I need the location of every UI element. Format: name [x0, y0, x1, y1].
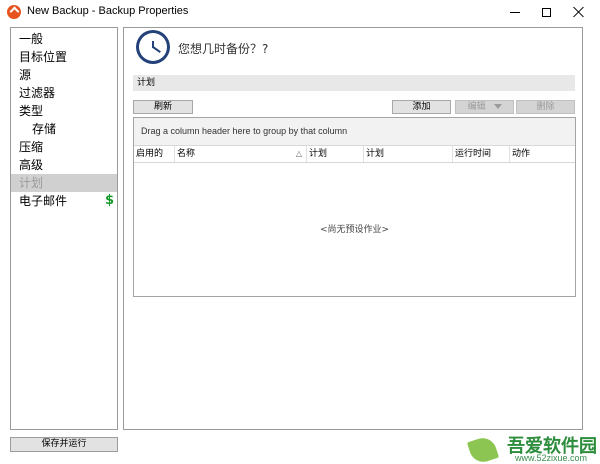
sidebar-item-label: 一般 [19, 32, 44, 46]
chevron-down-icon [493, 104, 502, 109]
empty-grid-message: <尚无预设作业> [319, 225, 390, 235]
sidebar-item-label: 类型 [19, 104, 44, 118]
edit-button-label: 编辑 [467, 102, 486, 112]
schedule-grid: Drag a column header here to group by th… [133, 117, 576, 297]
sidebar-item-storage[interactable]: 存储 [11, 120, 117, 138]
sidebar-item-email[interactable]: 电子邮件 $ [11, 192, 117, 210]
dollar-icon: $ [104, 193, 114, 208]
sidebar-item-label: 过滤器 [19, 86, 56, 100]
grid-header-row: 启用的 名称 △ 计划 计划 运行时间 动作 [134, 146, 575, 163]
sidebar: 一般 目标位置 源 过滤器 类型 存储 压缩 高级 计划 电子邮件 $ [10, 27, 118, 430]
clock-icon [136, 30, 170, 64]
sidebar-item-source[interactable]: 源 [11, 66, 117, 84]
clock-minute-hand [152, 46, 161, 53]
sidebar-item-filters[interactable]: 过滤器 [11, 84, 117, 102]
sidebar-item-type[interactable]: 类型 [11, 102, 117, 120]
title-bar: New Backup - Backup Properties [0, 0, 600, 24]
sidebar-item-label: 电子邮件 [19, 194, 68, 208]
maximize-icon [541, 7, 551, 17]
edit-button[interactable]: 编辑 [455, 100, 514, 114]
add-button[interactable]: 添加 [392, 100, 451, 114]
sidebar-item-label: 目标位置 [19, 50, 68, 64]
close-button[interactable] [563, 0, 595, 24]
sidebar-item-destination[interactable]: 目标位置 [11, 48, 117, 66]
column-header-label: 名称 [177, 149, 196, 159]
schedule-panel: 您想几时备份？? 计划 刷新 添加 编辑 删除 Drag a column he… [123, 27, 583, 430]
watermark-url: www.52zixue.com [515, 453, 588, 463]
sidebar-item-label: 源 [19, 68, 32, 82]
column-header-run-time[interactable]: 运行时间 [452, 146, 509, 162]
column-header-schedule-1[interactable]: 计划 [306, 146, 363, 162]
sort-ascending-icon: △ [295, 149, 302, 158]
refresh-button[interactable]: 刷新 [133, 100, 193, 114]
save-and-run-button[interactable]: 保存并运行 [10, 437, 118, 452]
watermark: 吾爱软件园 www.52zixue.com [430, 404, 600, 464]
sidebar-item-general[interactable]: 一般 [11, 30, 117, 48]
maximize-button[interactable] [530, 0, 562, 24]
sidebar-item-label: 高级 [19, 158, 44, 172]
group-by-area[interactable]: Drag a column header here to group by th… [134, 118, 575, 146]
section-title: 计划 [133, 75, 575, 91]
sidebar-item-advanced[interactable]: 高级 [11, 156, 117, 174]
column-header-schedule-2[interactable]: 计划 [363, 146, 452, 162]
sidebar-item-schedule[interactable]: 计划 [11, 174, 117, 192]
leaf-logo-icon [466, 434, 500, 464]
minimize-icon [510, 11, 520, 13]
close-icon [573, 6, 585, 18]
minimize-button[interactable] [499, 0, 531, 24]
delete-button[interactable]: 删除 [516, 100, 575, 114]
page-question: 您想几时备份？? [178, 42, 269, 56]
sidebar-item-compression[interactable]: 压缩 [11, 138, 117, 156]
clock-face [139, 33, 167, 61]
sidebar-item-label: 压缩 [19, 140, 44, 154]
window-title: New Backup - Backup Properties [27, 5, 189, 17]
column-header-name[interactable]: 名称 △ [174, 146, 306, 162]
sidebar-item-label: 存储 [32, 122, 57, 136]
sidebar-item-label: 计划 [19, 176, 44, 190]
app-logo-icon [7, 5, 21, 19]
column-header-action[interactable]: 动作 [509, 146, 575, 162]
column-header-enabled[interactable]: 启用的 [134, 146, 174, 162]
